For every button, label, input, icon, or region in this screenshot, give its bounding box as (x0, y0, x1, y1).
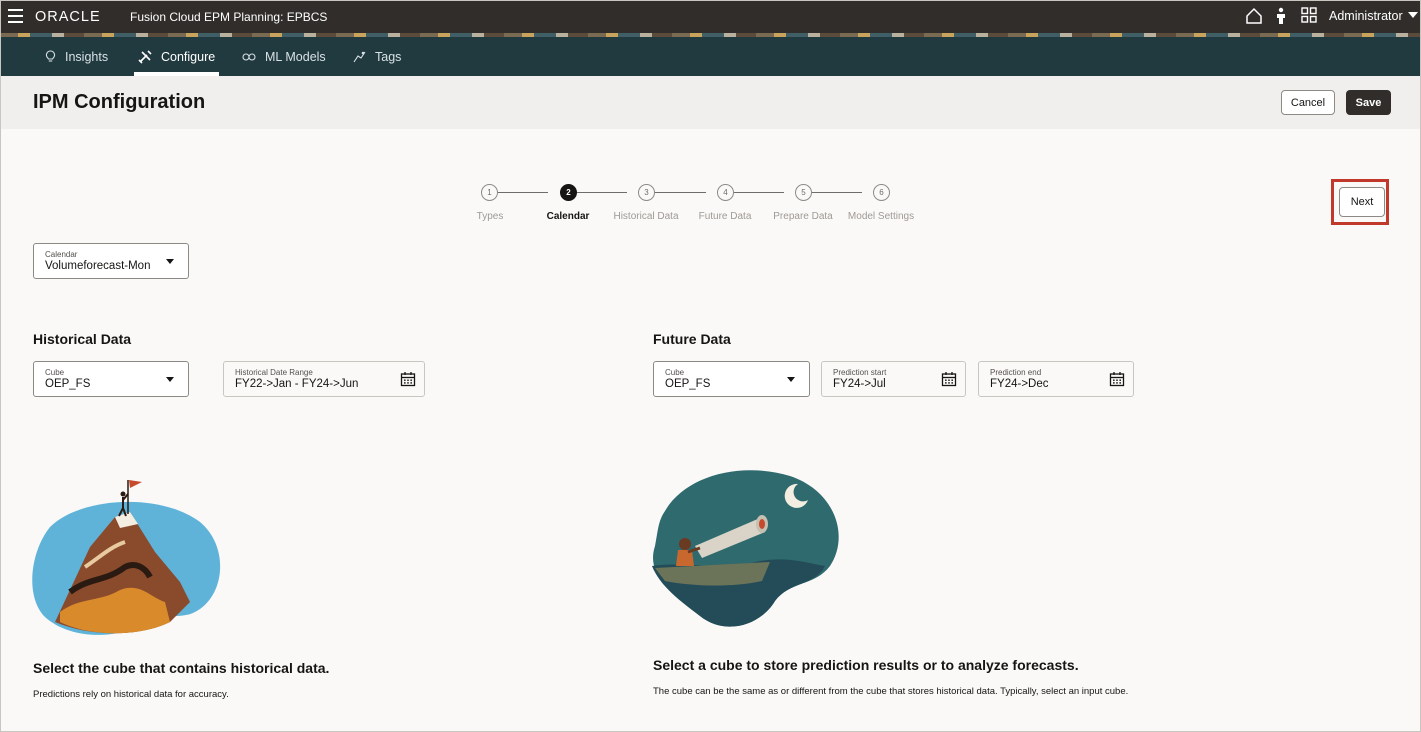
prediction-start-field[interactable]: Prediction start FY24->Jul (821, 361, 966, 397)
save-button[interactable]: Save (1346, 90, 1391, 115)
prediction-end-value: FY24->Dec (990, 378, 1049, 390)
tools-icon (138, 49, 152, 64)
historical-date-range-field[interactable]: Historical Date Range FY22->Jan - FY24->… (223, 361, 425, 397)
tag-icon (353, 51, 366, 63)
step-connector (577, 192, 627, 193)
step-3-label: Historical Data (613, 211, 679, 222)
historical-cube-value: OEP_FS (45, 378, 91, 390)
future-section-title: Future Data (653, 331, 731, 347)
chevron-down-icon (166, 259, 174, 264)
grid-apps-icon[interactable] (1301, 7, 1317, 23)
prediction-end-label: Prediction end (990, 368, 1042, 377)
calendar-icon[interactable] (941, 371, 957, 387)
step-3-indicator[interactable]: 3 (638, 184, 655, 201)
tab-insights[interactable]: Insights (45, 37, 108, 76)
tab-ml-models[interactable]: ML Models (242, 37, 326, 76)
step-4-label: Future Data (698, 211, 752, 222)
tab-label: ML Models (265, 49, 326, 64)
calendar-value: Volumeforecast-Mon (45, 260, 151, 272)
model-icon (242, 52, 256, 61)
historical-section-title: Historical Data (33, 331, 132, 347)
logo-text: ORACLE (35, 9, 101, 24)
mountain-climber-illustration (32, 480, 221, 635)
next-button[interactable]: Next (1339, 187, 1385, 217)
step-4-indicator[interactable]: 4 (717, 184, 734, 201)
user-name: Administrator (1329, 9, 1403, 23)
future-description-text: The cube can be the same as or different… (653, 686, 1129, 697)
step-connector (655, 192, 706, 193)
tab-label: Configure (161, 49, 216, 64)
future-cube-select[interactable]: Cube OEP_FS (653, 361, 810, 397)
cancel-button[interactable]: Cancel (1281, 90, 1335, 115)
oracle-logo: ORACLE (35, 9, 101, 24)
future-cube-value: OEP_FS (665, 378, 711, 390)
future-cube-label: Cube (665, 368, 685, 377)
prediction-start-value: FY24->Jul (833, 378, 886, 390)
tab-tags[interactable]: Tags (353, 37, 401, 76)
navbar: Insights Configure ML Models Tags (0, 37, 1421, 76)
step-1-label: Types (476, 211, 504, 222)
user-menu[interactable]: Administrator (1329, 9, 1418, 23)
chevron-down-icon (787, 377, 795, 382)
step-connector (734, 192, 784, 193)
chevron-down-icon (166, 377, 174, 382)
historical-description-title: Select the cube that contains historical… (33, 660, 330, 676)
historical-description-text: Predictions rely on historical data for … (33, 689, 229, 700)
tab-label: Insights (65, 49, 109, 64)
prediction-end-field[interactable]: Prediction end FY24->Dec (978, 361, 1134, 397)
step-5-label: Prepare Data (773, 211, 833, 222)
step-connector (498, 192, 548, 193)
calendar-select[interactable]: Calendar Volumeforecast-Mon (33, 243, 189, 279)
step-6-indicator[interactable]: 6 (873, 184, 890, 201)
historical-date-range-label: Historical Date Range (235, 368, 313, 377)
historical-cube-label: Cube (45, 368, 65, 377)
step-1-indicator[interactable]: 1 (481, 184, 498, 201)
telescope-boat-illustration (652, 470, 839, 627)
wizard-stepper: 1 2 3 4 5 6 Types Calendar Historical Da… (0, 180, 1421, 230)
tab-label: Tags (375, 49, 402, 64)
tab-configure[interactable]: Configure (133, 37, 220, 76)
calendar-icon[interactable] (1109, 371, 1125, 387)
calendar-label: Calendar (45, 250, 78, 259)
historical-date-range-value: FY22->Jan - FY24->Jun (235, 378, 359, 390)
step-5-indicator[interactable]: 5 (795, 184, 812, 201)
chevron-down-icon (1407, 12, 1418, 18)
page-header: IPM Configuration Cancel Save (0, 76, 1421, 129)
step-6-label: Model Settings (847, 211, 915, 222)
accessibility-icon[interactable] (1274, 7, 1288, 25)
step-2-label: Calendar (546, 211, 590, 222)
prediction-start-label: Prediction start (833, 368, 887, 377)
top-bar: ORACLE Fusion Cloud EPM Planning: EPBCS … (0, 0, 1421, 33)
calendar-icon[interactable] (400, 371, 416, 387)
step-connector (812, 192, 862, 193)
hamburger-menu-icon[interactable] (8, 9, 23, 23)
app-title: Fusion Cloud EPM Planning: EPBCS (130, 10, 328, 24)
step-2-indicator[interactable]: 2 (560, 184, 577, 201)
lightbulb-icon (45, 50, 56, 62)
page-title: IPM Configuration (33, 91, 206, 113)
future-description-title: Select a cube to store prediction result… (653, 657, 1079, 673)
home-icon[interactable] (1245, 7, 1263, 25)
historical-cube-select[interactable]: Cube OEP_FS (33, 361, 189, 397)
